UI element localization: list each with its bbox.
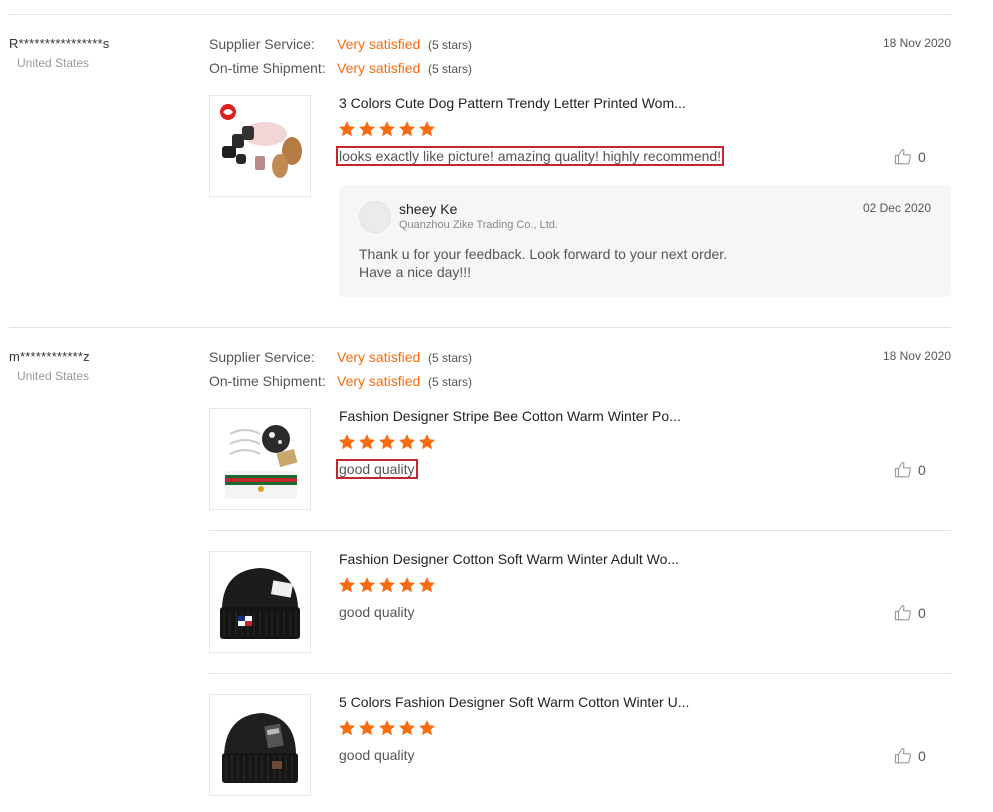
review-divider	[9, 327, 951, 328]
star-icon	[338, 434, 356, 450]
star-icon	[338, 121, 356, 137]
product-title[interactable]: 5 Colors Fashion Designer Soft Warm Cott…	[339, 694, 689, 710]
review-text: good quality	[339, 747, 415, 763]
supplier-service-value: Very satisfied	[337, 36, 421, 52]
seller-reply: sheey Ke Quanzhou Zike Trading Co., Ltd.…	[339, 185, 951, 297]
reviewer-name: m************z	[9, 349, 90, 364]
supplier-service-stars: (5 stars)	[428, 38, 473, 52]
star-icon	[398, 434, 416, 450]
star-icon	[418, 577, 436, 593]
star-icon	[418, 434, 436, 450]
item-divider	[209, 530, 951, 531]
star-icon	[398, 121, 416, 137]
star-icon	[418, 720, 436, 736]
rating-stars	[338, 433, 436, 451]
rating-stars	[338, 719, 436, 737]
star-icon	[418, 121, 436, 137]
review-text: good quality	[336, 459, 418, 479]
like-count: 0	[918, 462, 926, 478]
review-date: 18 Nov 2020	[882, 349, 951, 363]
star-icon	[358, 720, 376, 736]
reply-author: sheey Ke	[399, 201, 458, 217]
avatar-icon	[359, 201, 391, 233]
rating-stars	[338, 576, 436, 594]
product-title[interactable]: 3 Colors Cute Dog Pattern Trendy Letter …	[339, 95, 686, 111]
product-thumbnail[interactable]	[209, 95, 311, 197]
star-icon	[378, 720, 396, 736]
product-title[interactable]: Fashion Designer Stripe Bee Cotton Warm …	[339, 408, 681, 424]
like-count: 0	[918, 748, 926, 764]
reply-date: 02 Dec 2020	[862, 201, 931, 215]
review-text: looks exactly like picture! amazing qual…	[335, 146, 725, 166]
thumbs-up-icon	[894, 604, 911, 621]
thumbs-up-icon	[894, 747, 911, 764]
reviewer-name: R****************s	[9, 36, 110, 51]
review-text: good quality	[339, 604, 415, 620]
thumbs-up-icon	[894, 148, 911, 165]
product-thumbnail[interactable]	[209, 694, 311, 796]
star-icon	[338, 720, 356, 736]
reply-company: Quanzhou Zike Trading Co., Ltd.	[399, 219, 558, 231]
shipment-label: On-time Shipment:	[209, 60, 326, 76]
like-button[interactable]: 0	[894, 604, 926, 622]
reviewer-country: United States	[17, 56, 90, 70]
reply-line: Thank u for your feedback. Look forward …	[359, 246, 728, 262]
supplier-service-stars: (5 stars)	[428, 351, 473, 365]
star-icon	[398, 720, 416, 736]
reply-line: Have a nice day!!!	[359, 264, 472, 280]
review-date: 18 Nov 2020	[882, 36, 951, 50]
supplier-service-value: Very satisfied	[337, 349, 421, 365]
star-icon	[378, 121, 396, 137]
star-icon	[358, 121, 376, 137]
thumbs-up-icon	[894, 461, 911, 478]
star-icon	[378, 577, 396, 593]
star-icon	[398, 577, 416, 593]
reviewer-country: United States	[17, 369, 90, 383]
shipment-value: Very satisfied	[337, 373, 421, 389]
star-icon	[378, 434, 396, 450]
supplier-service-label: Supplier Service:	[209, 349, 315, 365]
shipment-label: On-time Shipment:	[209, 373, 326, 389]
star-icon	[358, 577, 376, 593]
reply-text: Thank u for your feedback. Look forward …	[359, 245, 727, 281]
rating-stars	[338, 120, 436, 138]
star-icon	[338, 577, 356, 593]
like-count: 0	[918, 149, 926, 165]
supplier-service-label: Supplier Service:	[209, 36, 315, 52]
shipment-stars: (5 stars)	[428, 62, 473, 76]
like-button[interactable]: 0	[894, 461, 926, 479]
star-icon	[358, 434, 376, 450]
product-thumbnail[interactable]	[209, 408, 311, 510]
product-title[interactable]: Fashion Designer Cotton Soft Warm Winter…	[339, 551, 679, 567]
shipment-value: Very satisfied	[337, 60, 421, 76]
like-button[interactable]: 0	[894, 747, 926, 765]
like-button[interactable]: 0	[894, 148, 926, 166]
item-divider	[209, 673, 951, 674]
shipment-stars: (5 stars)	[428, 375, 473, 389]
review-divider	[9, 14, 951, 15]
like-count: 0	[918, 605, 926, 621]
product-thumbnail[interactable]	[209, 551, 311, 653]
